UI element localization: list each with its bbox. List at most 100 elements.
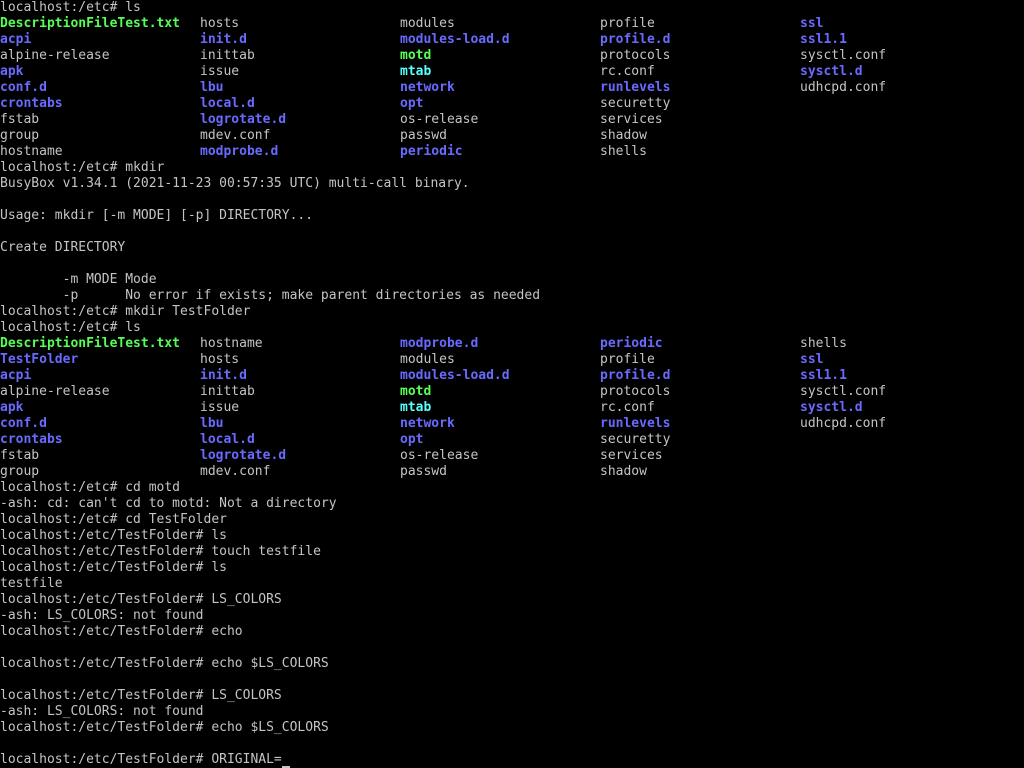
ls-entry: os-release	[400, 448, 479, 463]
line-text: localhost:/etc# mkdir	[0, 160, 165, 175]
line-text: -m MODE Mode	[0, 272, 157, 287]
output-line: -ash: LS_COLORS: not found	[0, 704, 1024, 720]
ls-entry: lbu	[200, 80, 224, 95]
ls-entry: passwd	[400, 128, 447, 143]
ls-entry: periodic	[400, 144, 463, 159]
line-text: -ash: LS_COLORS: not found	[0, 608, 204, 623]
line-text: localhost:/etc# ls	[0, 0, 141, 15]
output-line: -ash: cd: can't cd to motd: Not a direct…	[0, 496, 1024, 512]
line-text: Usage: mkdir [-m MODE] [-p] DIRECTORY...	[0, 208, 314, 223]
ls-entry: motd	[400, 384, 432, 399]
line-text: -p No error if exists; make parent direc…	[0, 288, 541, 303]
ls-entry: profile.d	[600, 368, 671, 383]
line-text: testfile	[0, 576, 63, 591]
output-line: -m MODE Mode	[0, 272, 1024, 288]
line-text: BusyBox v1.34.1 (2021-11-23 00:57:35 UTC…	[0, 176, 470, 191]
ls-entry: crontabs	[0, 432, 63, 447]
command-line: localhost:/etc/TestFolder# LS_COLORS	[0, 688, 1024, 704]
ls-entry: motd	[400, 48, 432, 63]
command-prompt-line: localhost:/etc/TestFolder# ORIGINAL=	[0, 752, 1024, 768]
line-text: localhost:/etc/TestFolder# touch testfil…	[0, 544, 321, 559]
line-text: localhost:/etc/TestFolder# ls	[0, 528, 227, 543]
output-line: BusyBox v1.34.1 (2021-11-23 00:57:35 UTC…	[0, 176, 1024, 192]
ls-output-row: conf.d lbu network runlevels udhcpd.conf	[0, 80, 1024, 96]
command-line: localhost:/etc/TestFolder# echo	[0, 624, 1024, 640]
ls-entry: group	[0, 128, 40, 143]
ls-entry: DescriptionFileTest.txt	[0, 16, 181, 31]
ls-entry: mtab	[400, 64, 432, 79]
ls-entry: profile	[600, 16, 655, 31]
ls-entry: ssl1.1	[800, 368, 847, 383]
ls-output-row: hostname modprobe.d periodic shells	[0, 144, 1024, 160]
output-line: -ash: LS_COLORS: not found	[0, 608, 1024, 624]
ls-entry: mdev.conf	[200, 464, 271, 479]
line-text: localhost:/etc/TestFolder# ls	[0, 560, 227, 575]
ls-entry: alpine-release	[0, 384, 110, 399]
ls-output-row: group mdev.conf passwd shadow	[0, 128, 1024, 144]
ls-entry: ssl	[800, 16, 824, 31]
ls-entry: protocols	[600, 48, 671, 63]
command-line: localhost:/etc# cd TestFolder	[0, 512, 1024, 528]
ls-entry: sysctl.conf	[800, 48, 887, 63]
ls-entry: DescriptionFileTest.txt	[0, 336, 181, 351]
ls-entry: udhcpd.conf	[800, 416, 887, 431]
command-line: localhost:/etc# mkdir	[0, 160, 1024, 176]
ls-entry: local.d	[200, 432, 255, 447]
ls-entry: udhcpd.conf	[800, 80, 887, 95]
command-line: localhost:/etc/TestFolder# touch testfil…	[0, 544, 1024, 560]
ls-entry: apk	[0, 400, 24, 415]
prompt-text[interactable]: localhost:/etc/TestFolder# ORIGINAL=	[0, 752, 282, 767]
ls-entry: profile	[600, 352, 655, 367]
output-line: -p No error if exists; make parent direc…	[0, 288, 1024, 304]
ls-entry: sysctl.conf	[800, 384, 887, 399]
ls-entry: os-release	[400, 112, 479, 127]
ls-entry: shadow	[600, 128, 647, 143]
ls-entry: crontabs	[0, 96, 63, 111]
ls-entry: services	[600, 112, 663, 127]
output-line: Create DIRECTORY	[0, 240, 1024, 256]
ls-entry: runlevels	[600, 80, 671, 95]
ls-entry: protocols	[600, 384, 671, 399]
ls-entry: fstab	[0, 112, 40, 127]
ls-entry: conf.d	[0, 416, 47, 431]
ls-entry: shells	[800, 336, 847, 351]
ls-output-row: conf.d lbu network runlevels udhcpd.conf	[0, 416, 1024, 432]
ls-entry: modules-load.d	[400, 368, 510, 383]
ls-entry: modules	[400, 352, 455, 367]
ls-entry: passwd	[400, 464, 447, 479]
ls-entry: logrotate.d	[200, 112, 287, 127]
terminal-screen[interactable]: localhost:/etc# ls DescriptionFileTest.tx…	[0, 0, 1024, 768]
command-line: localhost:/etc# ls	[0, 320, 1024, 336]
ls-entry: lbu	[200, 416, 224, 431]
ls-entry: modules-load.d	[400, 32, 510, 47]
line-text: localhost:/etc# cd TestFolder	[0, 512, 227, 527]
ls-entry: securetty	[600, 432, 671, 447]
ls-output-row: DescriptionFileTest.txt hosts modules profi…	[0, 16, 1024, 32]
ls-entry: network	[400, 80, 455, 95]
ls-entry: apk	[0, 64, 24, 79]
line-text: -ash: cd: can't cd to motd: Not a direct…	[0, 496, 337, 511]
line-text: localhost:/etc# cd motd	[0, 480, 181, 495]
ls-entry: inittab	[200, 384, 255, 399]
ls-output-row: crontabs local.d opt securetty	[0, 432, 1024, 448]
line-text: localhost:/etc/TestFolder# echo $LS_COLO…	[0, 720, 329, 735]
ls-entry: securetty	[600, 96, 671, 111]
ls-entry: rc.conf	[600, 400, 655, 415]
ls-entry: ssl	[800, 352, 824, 367]
ls-entry: hostname	[0, 144, 63, 159]
ls-entry: TestFolder	[0, 352, 79, 367]
ls-output-row: DescriptionFileTest.txt hostname modprobe.…	[0, 336, 1024, 352]
ls-entry: shadow	[600, 464, 647, 479]
ls-entry: conf.d	[0, 80, 47, 95]
ls-entry: periodic	[600, 336, 663, 351]
command-line: localhost:/etc/TestFolder# ls	[0, 560, 1024, 576]
ls-entry: opt	[400, 96, 424, 111]
line-text: Create DIRECTORY	[0, 240, 126, 255]
line-text: localhost:/etc# ls	[0, 320, 141, 335]
ls-output-row: alpine-release inittab motd protocols sysctl…	[0, 48, 1024, 64]
